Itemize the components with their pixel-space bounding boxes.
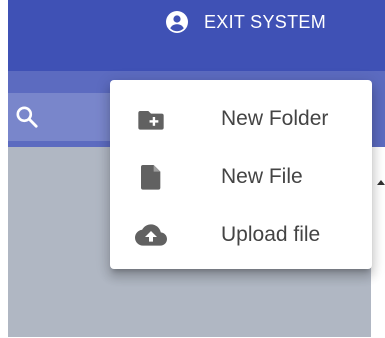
new-folder-icon [135,103,167,135]
exit-system-label: EXIT SYSTEM [204,11,326,32]
menu-item-label: New Folder [221,107,329,130]
menu-item-label: New File [221,165,303,188]
scroll-up-arrow-icon[interactable] [377,180,385,185]
new-item-menu: New Folder New File Upload file [110,80,372,269]
app-bar: EXIT SYSTEM [8,0,385,71]
menu-item-upload-file[interactable]: Upload file [110,206,372,264]
search-icon[interactable] [14,104,40,130]
cloud-upload-icon [135,219,167,251]
exit-system-button[interactable]: EXIT SYSTEM [165,8,326,36]
account-circle-icon [165,10,189,34]
app-window: EXIT SYSTEM New Folder New File Upload f… [0,0,385,338]
menu-item-label: Upload file [221,223,321,246]
menu-item-new-file[interactable]: New File [110,148,372,206]
menu-item-new-folder[interactable]: New Folder [110,90,372,148]
scrollbar[interactable] [371,147,385,337]
file-icon [135,161,167,193]
